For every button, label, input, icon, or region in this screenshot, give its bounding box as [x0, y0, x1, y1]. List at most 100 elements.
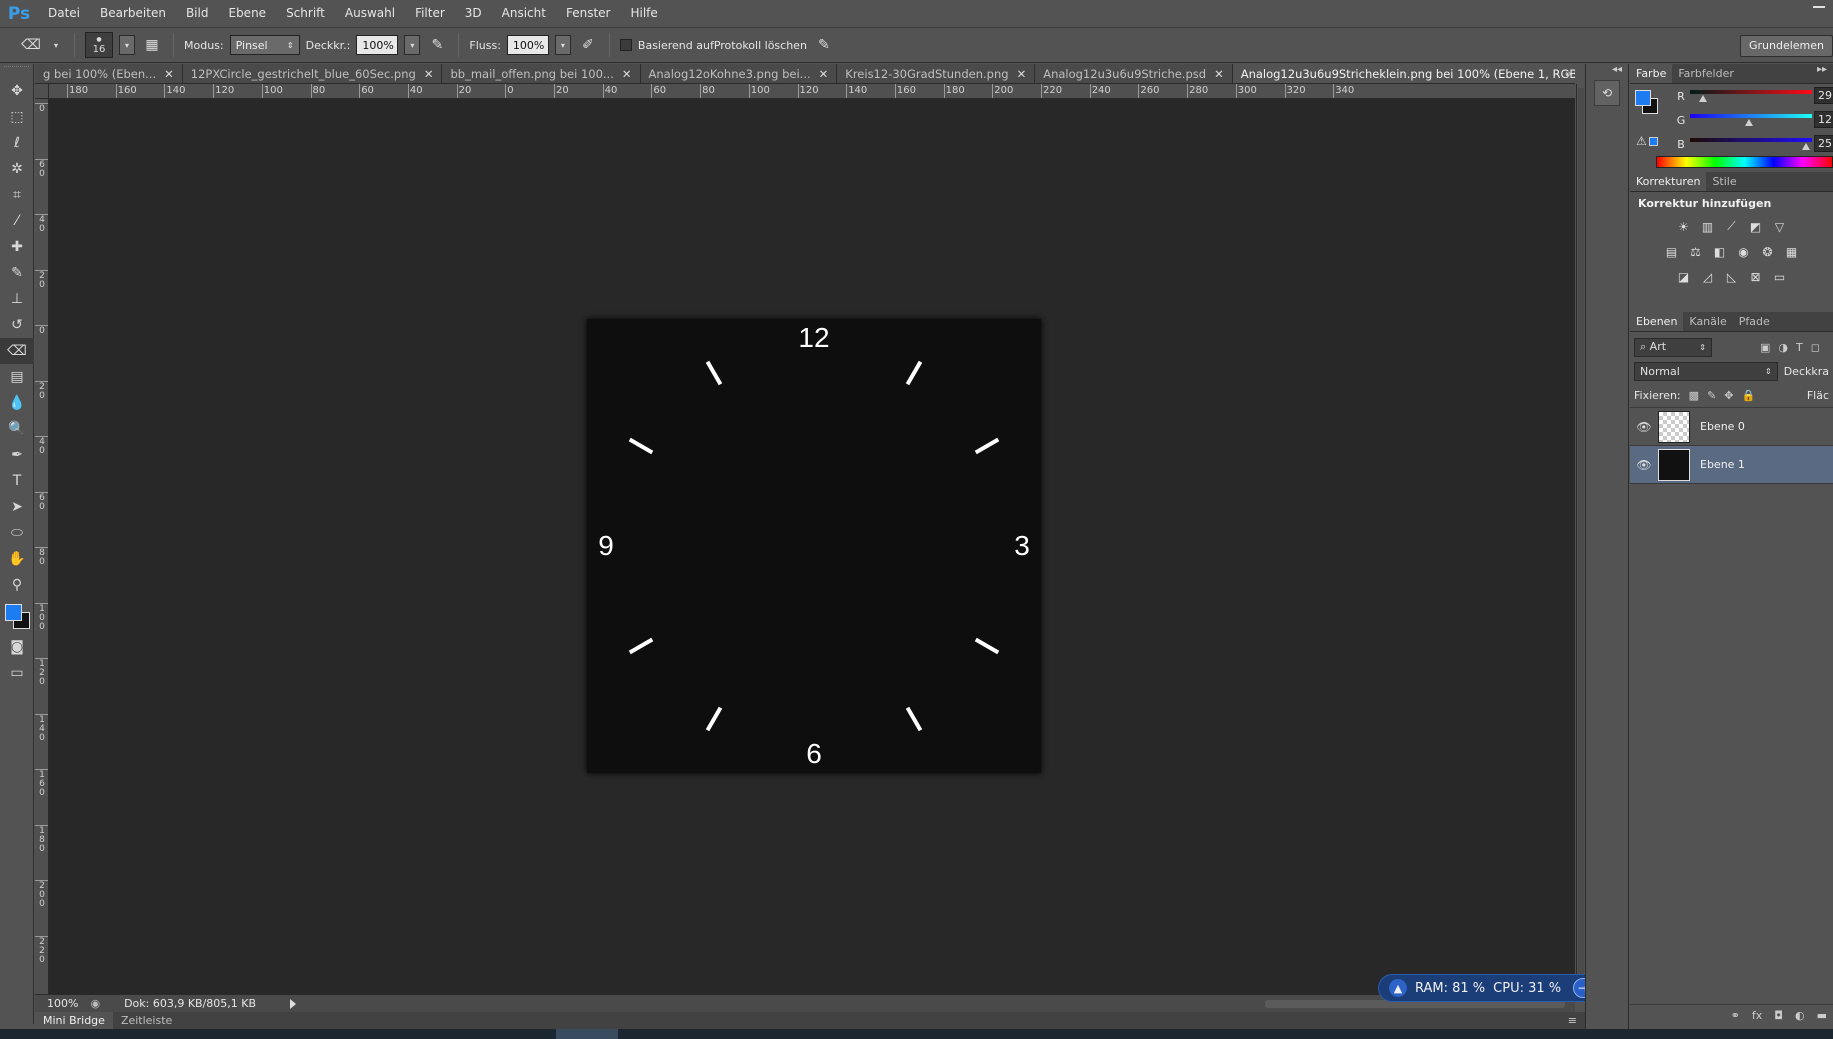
black-white-icon[interactable]: ◧: [1710, 243, 1729, 260]
color-spectrum-bar[interactable]: [1656, 156, 1833, 168]
filter-shape-icon[interactable]: ◻: [1811, 341, 1820, 354]
history-panel-icon[interactable]: ⟲: [1594, 80, 1620, 106]
eraser-tool-preset-icon[interactable]: ⌫: [20, 34, 42, 56]
curves-icon[interactable]: ⟋: [1722, 218, 1741, 235]
tab-layers[interactable]: Ebenen: [1630, 312, 1684, 331]
color-slider-g[interactable]: G 12: [1630, 108, 1833, 132]
lock-position-icon[interactable]: ✥: [1724, 389, 1733, 402]
layer-style-icon[interactable]: fx: [1752, 1009, 1762, 1022]
clone-stamp-tool-icon[interactable]: ⊥: [0, 286, 34, 312]
scrollbar-thumb[interactable]: [1578, 88, 1584, 978]
close-icon[interactable]: ✕: [622, 64, 632, 83]
dodge-tool-icon[interactable]: 🔍: [0, 416, 34, 442]
close-icon[interactable]: ✕: [424, 64, 434, 83]
menu-auswahl[interactable]: Auswahl: [335, 0, 405, 27]
doc-tab[interactable]: g bei 100% (Eben... ✕: [35, 64, 183, 83]
quick-mask-icon[interactable]: ◙: [0, 634, 34, 660]
workspace-switcher-button[interactable]: Grundelemen: [1739, 35, 1833, 57]
close-icon[interactable]: ✕: [819, 64, 829, 83]
lock-all-icon[interactable]: 🔒: [1742, 389, 1756, 402]
visibility-eye-icon[interactable]: 👁: [1630, 420, 1658, 434]
tab-timeline[interactable]: Zeitleiste: [113, 1012, 180, 1029]
system-monitor-widget[interactable]: ▲ RAM: 81 % CPU: 31 % →: [1378, 974, 1598, 1002]
posterize-icon[interactable]: ◿: [1698, 268, 1717, 285]
doc-tab[interactable]: bb_mail_offen.png bei 100... ✕: [442, 64, 641, 83]
exposure-icon[interactable]: ◩: [1746, 218, 1765, 235]
gradient-tool-icon[interactable]: ▤: [0, 364, 34, 390]
toolbar-grip[interactable]: [4, 66, 29, 76]
more-tabs-icon[interactable]: »: [1565, 64, 1577, 84]
new-adjustment-icon[interactable]: ◐: [1795, 1009, 1805, 1022]
flow-input[interactable]: 100%: [506, 35, 549, 55]
blur-tool-icon[interactable]: 💧: [0, 390, 34, 416]
layer-row-ebene-1[interactable]: 👁 Ebene 1: [1630, 446, 1833, 484]
vertical-ruler[interactable]: 0604020020406080100120140160180200220: [35, 99, 49, 994]
eraser-tool-icon[interactable]: ⌫: [0, 338, 34, 364]
erase-history-checkbox[interactable]: [619, 39, 632, 51]
doc-tab[interactable]: Kreis12-30GradStunden.png ✕: [837, 64, 1036, 83]
screen-mode-icon[interactable]: ▭: [0, 660, 34, 686]
airbrush-icon[interactable]: ✐: [577, 34, 599, 56]
new-group-icon[interactable]: ▬: [1817, 1009, 1827, 1022]
opacity-slider-dropdown[interactable]: ▾: [404, 35, 421, 55]
close-icon[interactable]: ✕: [164, 64, 174, 83]
healing-brush-tool-icon[interactable]: ✚: [0, 234, 34, 260]
lock-transparent-icon[interactable]: ▩: [1689, 389, 1699, 402]
tab-swatches[interactable]: Farbfelder: [1672, 64, 1740, 83]
menu-schrift[interactable]: Schrift: [276, 0, 335, 27]
menu-filter[interactable]: Filter: [405, 0, 455, 27]
link-layers-icon[interactable]: ⚭: [1731, 1009, 1740, 1022]
doc-tab[interactable]: Analog12oKohne3.png bei... ✕: [640, 64, 838, 83]
menu-datei[interactable]: Datei: [38, 0, 90, 27]
mode-select[interactable]: Pinsel ⇕: [229, 35, 300, 55]
horizontal-ruler[interactable]: 180 160 140 120 100 80 60 40 20 0 20 40 60 80 100 120 14…: [49, 84, 1575, 99]
channel-gradient[interactable]: [1690, 114, 1812, 118]
brush-picker-dropdown[interactable]: ▾: [119, 35, 135, 55]
brush-panel-toggle-icon[interactable]: ▦: [141, 34, 163, 56]
path-selection-tool-icon[interactable]: ➤: [0, 494, 34, 520]
color-slider-b[interactable]: B 25: [1630, 132, 1833, 156]
threshold-icon[interactable]: ◺: [1722, 268, 1741, 285]
ellipse-tool-icon[interactable]: ⬭: [0, 520, 34, 546]
crop-tool-icon[interactable]: ⌗: [0, 182, 34, 208]
channel-gradient[interactable]: [1690, 90, 1812, 94]
slider-thumb[interactable]: [1744, 119, 1753, 126]
filter-type-icon[interactable]: T: [1796, 341, 1803, 354]
history-brush-tool-icon[interactable]: ↺: [0, 312, 34, 338]
pen-tool-icon[interactable]: ✒: [0, 442, 34, 468]
panel-fg-swatch[interactable]: [1635, 90, 1651, 106]
doc-tab[interactable]: Analog12u3u6u9Striche.psd ✕: [1035, 64, 1233, 83]
color-lookup-icon[interactable]: ▦: [1782, 243, 1801, 260]
zoom-level[interactable]: 100%: [47, 997, 78, 1010]
channel-mixer-icon[interactable]: ❂: [1758, 243, 1777, 260]
flow-slider-dropdown[interactable]: ▾: [554, 35, 571, 55]
pressure-opacity-icon[interactable]: ✎: [426, 34, 448, 56]
doc-tab[interactable]: 12PXCircle_gestrichelt_blue_60Sec.png ✕: [182, 64, 443, 83]
minimize-icon[interactable]: [1813, 6, 1825, 8]
blend-mode-select[interactable]: Normal ⇕: [1634, 361, 1778, 381]
panel-menu-icon[interactable]: ≡: [1568, 1012, 1577, 1029]
levels-icon[interactable]: ▥: [1698, 218, 1717, 235]
menu-bearbeiten[interactable]: Bearbeiten: [90, 0, 176, 27]
channel-value-input[interactable]: 25: [1814, 135, 1833, 152]
gradient-map-icon[interactable]: ▭: [1770, 268, 1789, 285]
status-menu-arrow-icon[interactable]: [290, 998, 297, 1009]
doc-tab-active[interactable]: Analog12u3u6u9Stricheklein.png bei 100% …: [1232, 64, 1575, 83]
tab-color[interactable]: Farbe: [1630, 64, 1673, 83]
tab-mini-bridge[interactable]: Mini Bridge: [35, 1012, 113, 1029]
magic-wand-tool-icon[interactable]: ✲: [0, 156, 34, 182]
close-icon[interactable]: ✕: [1214, 64, 1224, 83]
taskbar-item[interactable]: [556, 1029, 618, 1039]
channel-value-input[interactable]: 29: [1814, 87, 1833, 104]
layer-row-ebene-0[interactable]: 👁 Ebene 0: [1630, 408, 1833, 446]
channel-gradient[interactable]: [1690, 138, 1812, 142]
layer-name[interactable]: Ebene 0: [1700, 420, 1745, 433]
slider-thumb[interactable]: [1699, 95, 1708, 102]
document-canvas[interactable]: 12 3 6 9: [587, 319, 1041, 773]
visibility-eye-icon[interactable]: 👁: [1630, 458, 1658, 472]
channel-value-input[interactable]: 12: [1814, 111, 1833, 128]
color-swatches[interactable]: [0, 598, 33, 634]
tab-adjustments[interactable]: Korrekturen: [1630, 172, 1707, 191]
filter-pixel-icon[interactable]: ▣: [1760, 341, 1770, 354]
menu-fenster[interactable]: Fenster: [556, 0, 621, 27]
